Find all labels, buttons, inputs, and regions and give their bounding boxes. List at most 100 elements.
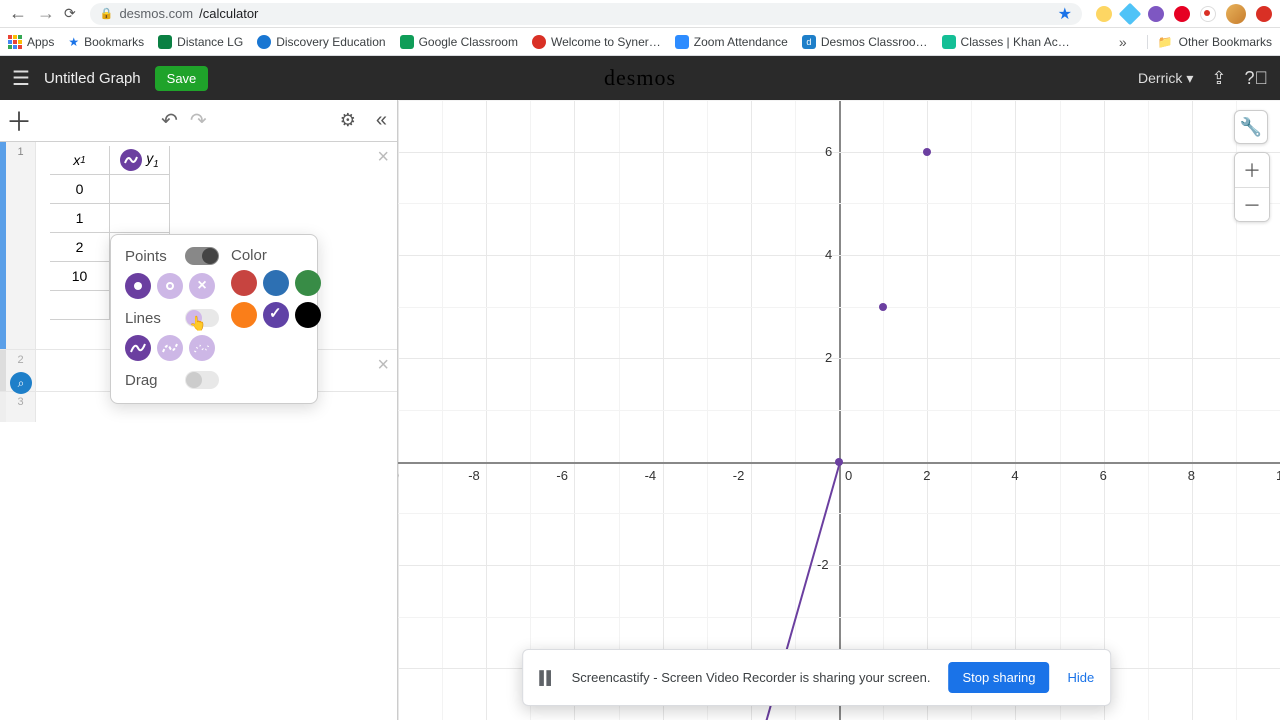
points-toggle[interactable] xyxy=(185,247,219,265)
screen-share-banner: ▌▌ Screencastify - Screen Video Recorder… xyxy=(522,649,1111,706)
delete-row-button[interactable]: × xyxy=(377,146,389,169)
other-bookmarks[interactable]: 📁Other Bookmarks xyxy=(1147,35,1272,49)
line-style-dotted[interactable] xyxy=(189,335,215,361)
chevron-down-icon: ▾ xyxy=(1186,70,1193,87)
x-header[interactable]: x1 xyxy=(50,146,110,175)
plot-point[interactable] xyxy=(835,458,843,466)
share-text: Screencastify - Screen Video Recorder is… xyxy=(572,670,931,685)
table-cell[interactable]: 1 xyxy=(50,204,110,233)
lines-label: Lines xyxy=(125,310,185,327)
x-tick-label: 10 xyxy=(1276,468,1280,483)
bookmark-item[interactable]: dDesmos Classroo… xyxy=(802,35,928,49)
ext-icon[interactable] xyxy=(1119,2,1142,25)
y-tick-label: 6 xyxy=(825,144,832,159)
collapse-sidebar-button[interactable]: « xyxy=(366,109,397,132)
expression-list: 1 × x1 0 1 2 10 xyxy=(0,142,397,422)
wrench-button[interactable]: 🔧 xyxy=(1234,110,1268,144)
menu-button[interactable]: ☰ xyxy=(12,66,30,91)
point-style-solid[interactable] xyxy=(125,273,151,299)
expression-sidebar: ＋ ↶ ↷ ⚙ « 1 × x1 0 1 xyxy=(0,100,398,720)
table-cell[interactable]: 2 xyxy=(50,233,110,262)
ext-icon[interactable] xyxy=(1148,6,1164,22)
record-icon[interactable] xyxy=(1256,6,1272,22)
share-button[interactable]: ⇪ xyxy=(1211,68,1226,89)
table-cell[interactable]: 0 xyxy=(50,175,110,204)
apps-button[interactable]: Apps xyxy=(8,35,54,49)
settings-button[interactable]: ⚙ xyxy=(330,110,366,131)
x-tick-label: 2 xyxy=(923,468,930,483)
lines-toggle[interactable] xyxy=(185,309,219,327)
style-popover: Points × Lines 👆 xyxy=(110,234,318,404)
bookmark-item[interactable]: Google Classroom xyxy=(400,35,518,49)
line-style-solid[interactable] xyxy=(125,335,151,361)
redo-button[interactable]: ↷ xyxy=(190,108,207,133)
help-button[interactable]: ?⃝ xyxy=(1244,68,1268,89)
zoom-out-button[interactable]: － xyxy=(1235,187,1269,221)
color-red[interactable] xyxy=(231,270,257,296)
bookmarks-overflow[interactable]: » xyxy=(1113,34,1133,50)
ext-icon[interactable] xyxy=(1096,6,1112,22)
drag-toggle[interactable] xyxy=(185,371,219,389)
bookmark-item[interactable]: Distance LG xyxy=(158,35,243,49)
graph-title[interactable]: Untitled Graph xyxy=(44,70,141,87)
folder-icon: 📁 xyxy=(1158,35,1173,49)
user-menu[interactable]: Derrick ▾ xyxy=(1138,70,1193,87)
x-tick-label: -8 xyxy=(468,468,480,483)
bookmark-star-icon[interactable]: ★ xyxy=(1058,4,1072,24)
color-picker xyxy=(231,270,327,328)
bookmark-item[interactable]: Classes | Khan Ac… xyxy=(942,35,1070,49)
color-label: Color xyxy=(231,247,327,264)
x-tick-label: 8 xyxy=(1188,468,1195,483)
plot-point[interactable] xyxy=(879,303,887,311)
bookmark-item[interactable]: Welcome to Syner… xyxy=(532,35,661,49)
bookmark-item[interactable]: Discovery Education xyxy=(257,35,385,49)
add-expression-button[interactable]: ＋ xyxy=(0,102,38,139)
line-style-dashed[interactable] xyxy=(157,335,183,361)
bookmark-item[interactable]: ★Bookmarks xyxy=(68,35,144,49)
zoom-in-button[interactable]: ＋ xyxy=(1235,153,1269,187)
save-button[interactable]: Save xyxy=(155,66,209,91)
forward-button[interactable]: → xyxy=(36,3,56,24)
browser-nav-bar: ← → ⟳ 🔒 desmos.com/calculator ★ xyxy=(0,0,1280,28)
row-number: 3 xyxy=(6,392,36,422)
color-green[interactable] xyxy=(295,270,321,296)
color-orange[interactable] xyxy=(231,302,257,328)
drag-label: Drag xyxy=(125,372,185,389)
bookmark-item[interactable]: Zoom Attendance xyxy=(675,35,788,49)
back-button[interactable]: ← xyxy=(8,3,28,24)
table-cell[interactable] xyxy=(110,204,170,233)
table-cell[interactable] xyxy=(110,175,170,204)
pinterest-icon[interactable] xyxy=(1174,6,1190,22)
undo-button[interactable]: ↶ xyxy=(161,108,178,133)
color-black[interactable] xyxy=(295,302,321,328)
delete-row-button[interactable]: × xyxy=(377,354,389,377)
point-style-open[interactable] xyxy=(157,273,183,299)
url-path: /calculator xyxy=(199,6,258,21)
apps-label: Apps xyxy=(27,35,54,49)
apps-grid-icon xyxy=(8,35,22,49)
points-label: Points xyxy=(125,248,185,265)
url-host: desmos.com xyxy=(119,6,193,21)
column-style-button[interactable] xyxy=(120,149,142,171)
plot-point[interactable] xyxy=(923,148,931,156)
point-style-cross[interactable]: × xyxy=(189,273,215,299)
line-style-options xyxy=(125,335,219,361)
ext-icon[interactable] xyxy=(1200,6,1216,22)
y-tick-label: -2 xyxy=(817,557,829,572)
y-header[interactable]: y1 xyxy=(110,146,170,175)
zoom-fit-button[interactable]: ⌕ xyxy=(10,372,32,394)
color-blue[interactable] xyxy=(263,270,289,296)
url-bar[interactable]: 🔒 desmos.com/calculator ★ xyxy=(90,3,1082,25)
y-tick-label: 4 xyxy=(825,247,832,262)
stop-sharing-button[interactable]: Stop sharing xyxy=(948,662,1049,693)
x-tick-label: -4 xyxy=(645,468,657,483)
profile-avatar[interactable] xyxy=(1226,4,1246,24)
table-cell[interactable] xyxy=(50,291,110,320)
reload-button[interactable]: ⟳ xyxy=(64,5,76,22)
graph-canvas[interactable]: -10-8-6-4-20246810246-2-4 xyxy=(398,100,1280,720)
y-tick-label: 2 xyxy=(825,350,832,365)
row-number: 1 xyxy=(6,142,36,349)
table-cell[interactable]: 10 xyxy=(50,262,110,291)
color-purple[interactable] xyxy=(263,302,289,328)
hide-banner-link[interactable]: Hide xyxy=(1067,670,1094,685)
